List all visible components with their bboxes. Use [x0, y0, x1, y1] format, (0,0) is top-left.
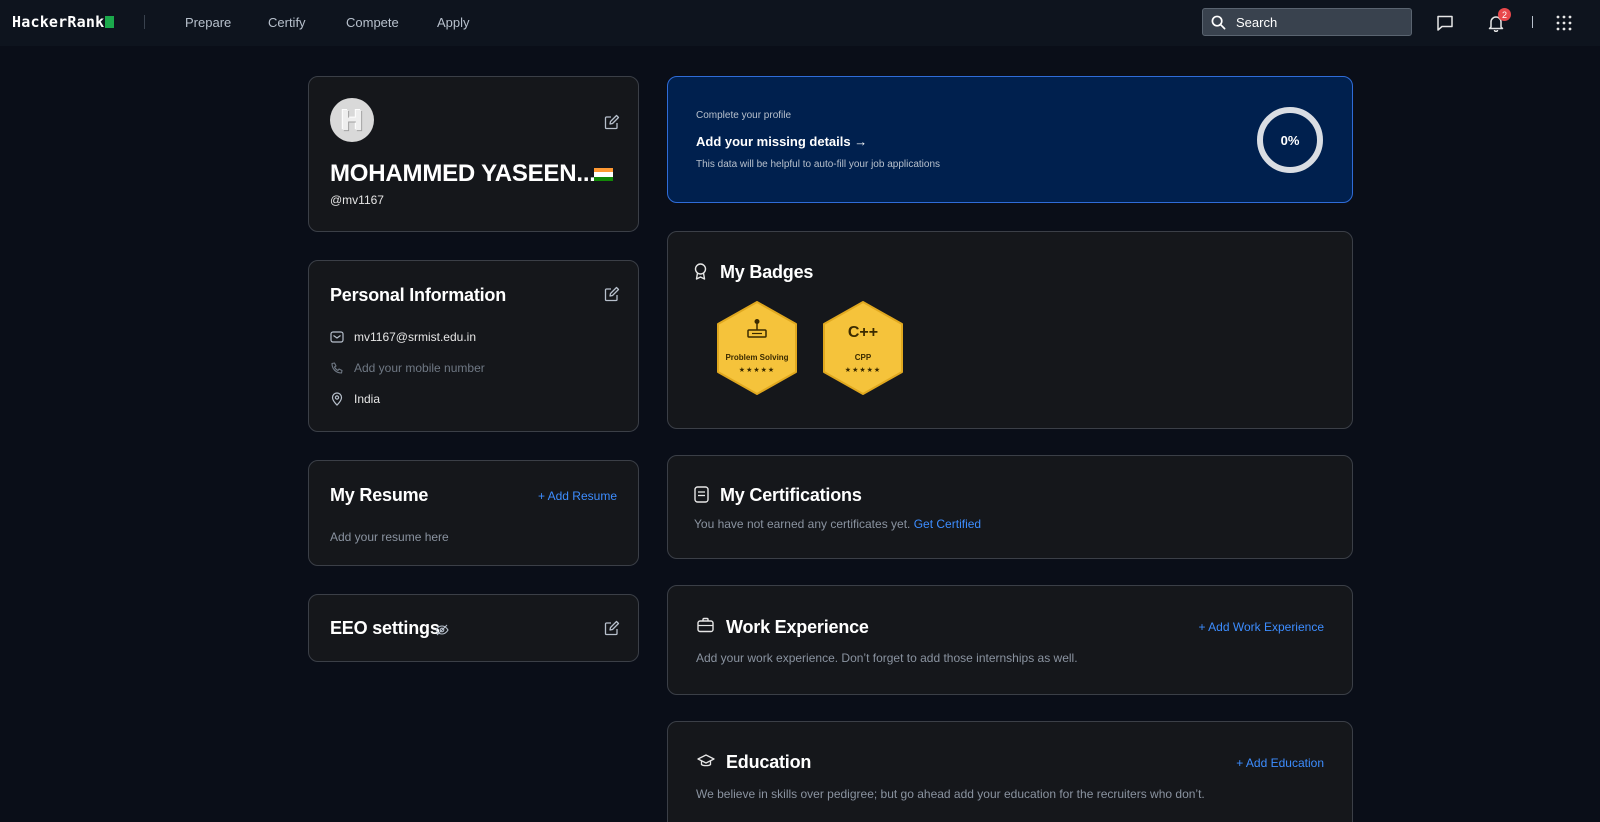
badges-title: My Badges [720, 262, 814, 282]
graduation-cap-icon [697, 754, 715, 767]
badge-label: CPP [854, 353, 872, 362]
certifications-card: My Certifications You have not earned an… [667, 455, 1353, 559]
certifications-description: You have not earned any certificates yet… [694, 517, 911, 531]
profile-card: H MOHAMMED YASEEN... @mv1167 [308, 76, 639, 232]
badge-stars: ★★★★★ [844, 367, 882, 374]
eeo-settings-card: EEO settings [308, 594, 639, 662]
india-flag-icon [594, 168, 613, 181]
get-certified-link[interactable]: Get Certified [914, 517, 981, 531]
nav-link-compete[interactable]: Compete [346, 15, 399, 30]
cpp-icon: C++ [847, 324, 879, 341]
notifications-button[interactable]: 2 [1485, 8, 1511, 34]
location-row: India [330, 392, 380, 406]
add-education-button[interactable]: + Add Education [1236, 756, 1324, 770]
personal-information-title: Personal Information [330, 285, 507, 305]
briefcase-icon [697, 617, 714, 633]
add-resume-button[interactable]: + Add Resume [538, 489, 617, 503]
mail-icon [330, 331, 344, 343]
grid-icon [1556, 15, 1572, 31]
edit-eeo-icon[interactable] [604, 620, 620, 636]
nav-link-apply[interactable]: Apply [437, 15, 470, 30]
messages-button[interactable] [1434, 12, 1456, 34]
complete-profile-eyebrow: Complete your profile [696, 110, 792, 121]
avatar: H [330, 98, 374, 142]
email-value: mv1167@srmist.edu.in [354, 330, 477, 344]
profile-username: @mv1167 [330, 193, 384, 207]
badge-stars: ★★★★★ [738, 367, 776, 374]
nav-link-prepare[interactable]: Prepare [185, 15, 231, 30]
search-box[interactable] [1202, 8, 1412, 36]
work-experience-card: Work Experience + Add Work Experience Ad… [667, 585, 1353, 695]
email-row: mv1167@srmist.edu.in [330, 330, 476, 344]
top-navigation: HackerRank Prepare Certify Compete Apply… [0, 0, 1600, 46]
certifications-title: My Certifications [720, 485, 862, 505]
edit-personal-info-icon[interactable] [604, 286, 620, 302]
complete-profile-description: This data will be helpful to auto-fill y… [696, 159, 941, 170]
apps-menu-button[interactable] [1553, 12, 1575, 34]
nav-divider [144, 15, 145, 29]
location-pin-icon [331, 392, 343, 406]
nav-link-certify[interactable]: Certify [268, 15, 306, 30]
certificate-document-icon [694, 486, 709, 503]
problem-solving-icon [747, 319, 767, 338]
education-title: Education [726, 752, 812, 772]
badge-problem-solving[interactable]: Problem Solving ★★★★★ [712, 300, 802, 396]
phone-row[interactable]: Add your mobile number [330, 361, 485, 375]
badge-label: Problem Solving [725, 353, 789, 362]
resume-title: My Resume [330, 485, 429, 505]
complete-profile-banner[interactable]: Complete your profile Add your missing d… [667, 76, 1353, 203]
work-experience-title: Work Experience [726, 617, 869, 637]
search-input[interactable] [1236, 14, 1396, 30]
certifications-message: You have not earned any certificates yet… [694, 517, 981, 531]
nav-divider-right [1532, 16, 1533, 28]
education-card: Education + Add Education We believe in … [667, 721, 1353, 822]
logo-square-icon [105, 16, 115, 28]
add-missing-details-link[interactable]: Add your missing details → [696, 134, 867, 149]
add-work-experience-button[interactable]: + Add Work Experience [1198, 620, 1324, 634]
location-value: India [354, 392, 381, 406]
eye-off-icon [435, 624, 449, 636]
edit-profile-icon[interactable] [604, 114, 620, 130]
badge-hexagon [717, 301, 797, 395]
personal-information-card: Personal Information mv1167@srmist.edu.i… [308, 260, 639, 432]
eeo-settings-title: EEO settings [330, 618, 440, 638]
badge-award-icon [694, 263, 707, 280]
profile-progress-text: 0% [1280, 132, 1300, 148]
search-icon [1211, 15, 1226, 29]
badges-card: My Badges Problem Solving ★★★★★ C++ CPP … [667, 231, 1353, 429]
resume-card: My Resume + Add Resume Add your resume h… [308, 460, 639, 566]
hackerrank-logo[interactable]: HackerRank [12, 13, 115, 31]
notification-count-badge: 2 [1498, 8, 1511, 21]
badge-cpp[interactable]: C++ CPP ★★★★★ [818, 300, 908, 396]
work-experience-description: Add your work experience. Don’t forget t… [696, 651, 1078, 665]
phone-icon [331, 362, 343, 374]
chat-icon [1437, 15, 1453, 31]
badge-hexagon [823, 301, 903, 395]
profile-name: MOHAMMED YASEEN... [330, 160, 596, 187]
logo-text: HackerRank [12, 13, 105, 31]
resume-placeholder: Add your resume here [330, 530, 449, 544]
phone-placeholder[interactable]: Add your mobile number [354, 361, 485, 375]
education-description: We believe in skills over pedigree; but … [696, 787, 1205, 801]
